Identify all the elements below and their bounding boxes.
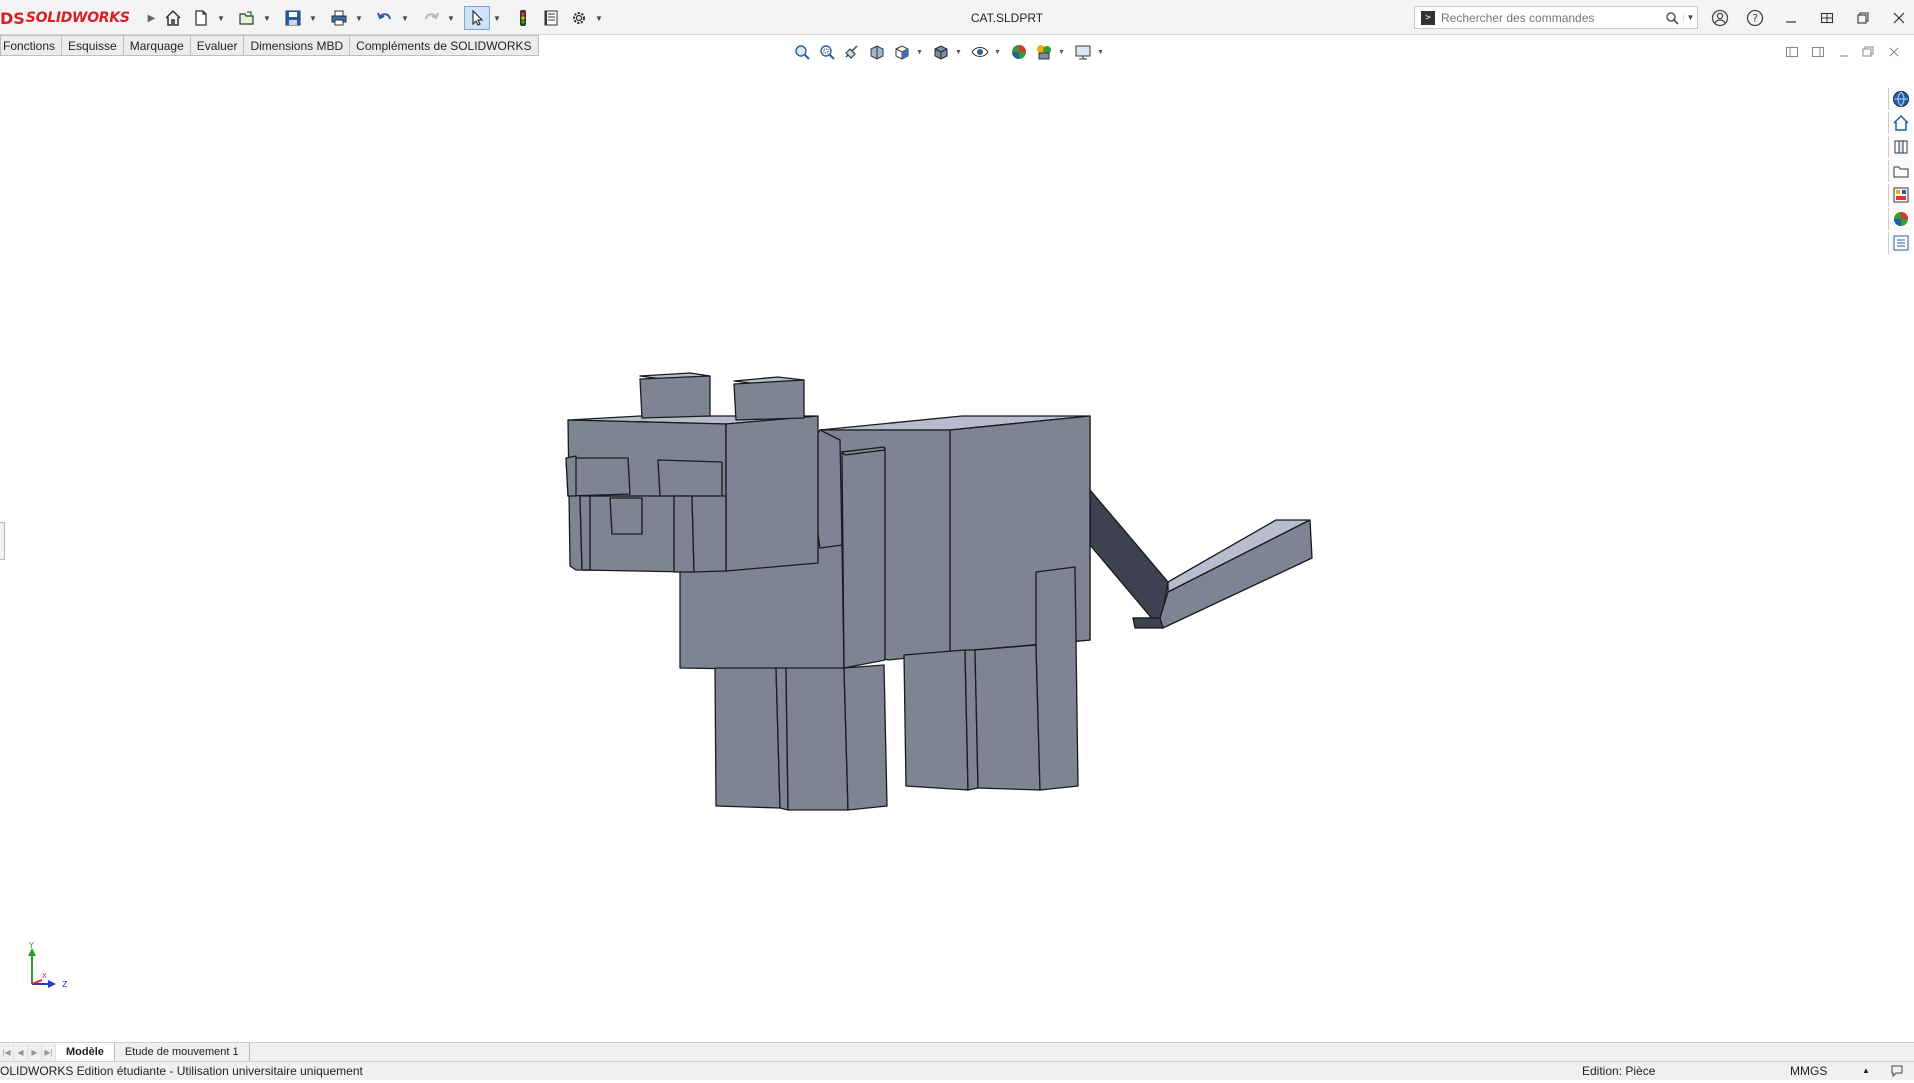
taskpane-design-library[interactable] — [1888, 136, 1912, 158]
minimize-window-button[interactable] — [1776, 6, 1806, 30]
cat-model[interactable] — [0, 58, 1886, 1042]
tab-next-icon[interactable]: ▶ — [28, 1044, 42, 1060]
command-prompt-icon: > — [1421, 10, 1435, 25]
front-leg-right[interactable] — [785, 664, 888, 811]
restore-icon — [1862, 46, 1874, 57]
ear-left[interactable] — [639, 372, 711, 419]
view-orientation-dropdown[interactable]: ▼ — [915, 49, 924, 56]
tab-marquage[interactable]: Marquage — [123, 35, 191, 56]
svg-text:?: ? — [1752, 12, 1758, 25]
taskpane-home[interactable] — [1888, 112, 1912, 134]
command-search[interactable]: > ▼ — [1414, 6, 1698, 29]
tile-window-icon — [1820, 12, 1834, 24]
tail-part[interactable] — [1089, 489, 1313, 629]
tile-window-button[interactable] — [1812, 6, 1842, 30]
tab-navigation: |◀ ◀ ▶ ▶| — [0, 1044, 56, 1060]
minimize-icon — [1840, 55, 1848, 57]
unit-system-dropdown-icon[interactable]: ▲ — [1862, 1062, 1870, 1080]
tab-complements-solidworks[interactable]: Compléments de SOLIDWORKS — [350, 35, 539, 56]
restore-icon — [1857, 12, 1869, 24]
title-bar: DS SOLIDWORKS ▶ ▼ ▼ ▼ ▼ ▼ ▼ ▼ ▼ CAT.SLDP… — [0, 0, 1914, 35]
restore-window-button[interactable] — [1848, 6, 1878, 30]
model-tabs-bar: |◀ ◀ ▶ ▶| Modèle Etude de mouvement 1 — [0, 1042, 1914, 1061]
help-button[interactable]: ? — [1740, 6, 1770, 30]
unit-system-status[interactable]: MMGS — [1790, 1062, 1827, 1080]
status-bar: OLIDWORKS Edition étudiante - Utilisatio… — [0, 1061, 1914, 1080]
task-pane — [1888, 88, 1914, 254]
taskpane-view-palette[interactable] — [1888, 184, 1912, 206]
feature-manager-flyout-toggle[interactable] — [0, 522, 5, 560]
view-settings-dropdown[interactable]: ▼ — [1096, 49, 1105, 56]
tab-first-icon[interactable]: |◀ — [0, 1044, 14, 1060]
nose-part[interactable] — [609, 497, 643, 535]
folder-icon — [1893, 166, 1908, 178]
account-button[interactable] — [1705, 6, 1735, 30]
back-leg-left[interactable] — [903, 649, 979, 791]
eye-right[interactable] — [657, 459, 723, 499]
appearance-sphere-icon — [1893, 212, 1908, 226]
panel-left-icon — [1786, 47, 1798, 57]
minimize-icon — [1786, 21, 1796, 23]
close-icon — [1893, 12, 1905, 24]
front-leg-left[interactable] — [714, 667, 789, 811]
hide-show-items-dropdown[interactable]: ▼ — [993, 49, 1002, 56]
display-style-dropdown[interactable]: ▼ — [954, 49, 963, 56]
eye-left[interactable] — [565, 455, 631, 497]
custom-properties-icon — [1893, 235, 1908, 251]
triad-x-label: X — [42, 972, 47, 980]
apply-scene-dropdown[interactable]: ▼ — [1057, 49, 1066, 56]
help-icon: ? — [1746, 9, 1764, 27]
taskpane-file-explorer[interactable] — [1888, 160, 1912, 182]
user-account-icon — [1711, 9, 1729, 27]
design-library-icon — [1894, 140, 1907, 154]
view-palette-icon — [1893, 187, 1908, 203]
tab-motion-study-1[interactable]: Etude de mouvement 1 — [115, 1043, 250, 1061]
taskpane-solidworks-resources[interactable] — [1888, 88, 1912, 110]
command-manager-tabs: Fonctions Esquisse Marquage Evaluer Dime… — [0, 35, 539, 56]
search-icon — [1666, 11, 1679, 25]
tab-fonctions[interactable]: Fonctions — [0, 35, 63, 56]
panel-right-icon — [1812, 47, 1824, 57]
chat-bubble-icon[interactable] — [1890, 1064, 1904, 1083]
triad-z-label: Z — [62, 980, 68, 989]
tab-evaluer[interactable]: Evaluer — [190, 35, 245, 56]
taskpane-custom-properties[interactable] — [1888, 232, 1912, 254]
triad-y-label: Y — [28, 941, 34, 950]
tab-model[interactable]: Modèle — [56, 1043, 115, 1061]
search-button[interactable] — [1661, 11, 1683, 25]
edition-status-text: OLIDWORKS Edition étudiante - Utilisatio… — [0, 1064, 363, 1078]
ear-right[interactable] — [733, 376, 805, 421]
tab-last-icon[interactable]: ▶| — [42, 1044, 56, 1060]
graphics-area[interactable] — [0, 58, 1886, 1042]
search-input[interactable] — [1441, 10, 1661, 25]
taskpane-appearances[interactable] — [1888, 208, 1912, 230]
reference-triad: Y Z X — [22, 940, 82, 1000]
globe-resources-icon — [1892, 91, 1909, 107]
close-window-button[interactable] — [1884, 6, 1914, 30]
edit-mode-status: Edition: Pièce — [1582, 1064, 1656, 1078]
home-icon — [1892, 114, 1909, 131]
muzzle-part[interactable] — [579, 495, 727, 573]
tab-prev-icon[interactable]: ◀ — [14, 1044, 28, 1060]
close-icon — [1889, 47, 1899, 57]
tab-esquisse[interactable]: Esquisse — [62, 35, 124, 56]
tab-dimensions-mbd[interactable]: Dimensions MBD — [244, 35, 351, 56]
doc-close-button[interactable] — [1884, 42, 1904, 62]
search-dropdown-icon[interactable]: ▼ — [1683, 13, 1697, 22]
